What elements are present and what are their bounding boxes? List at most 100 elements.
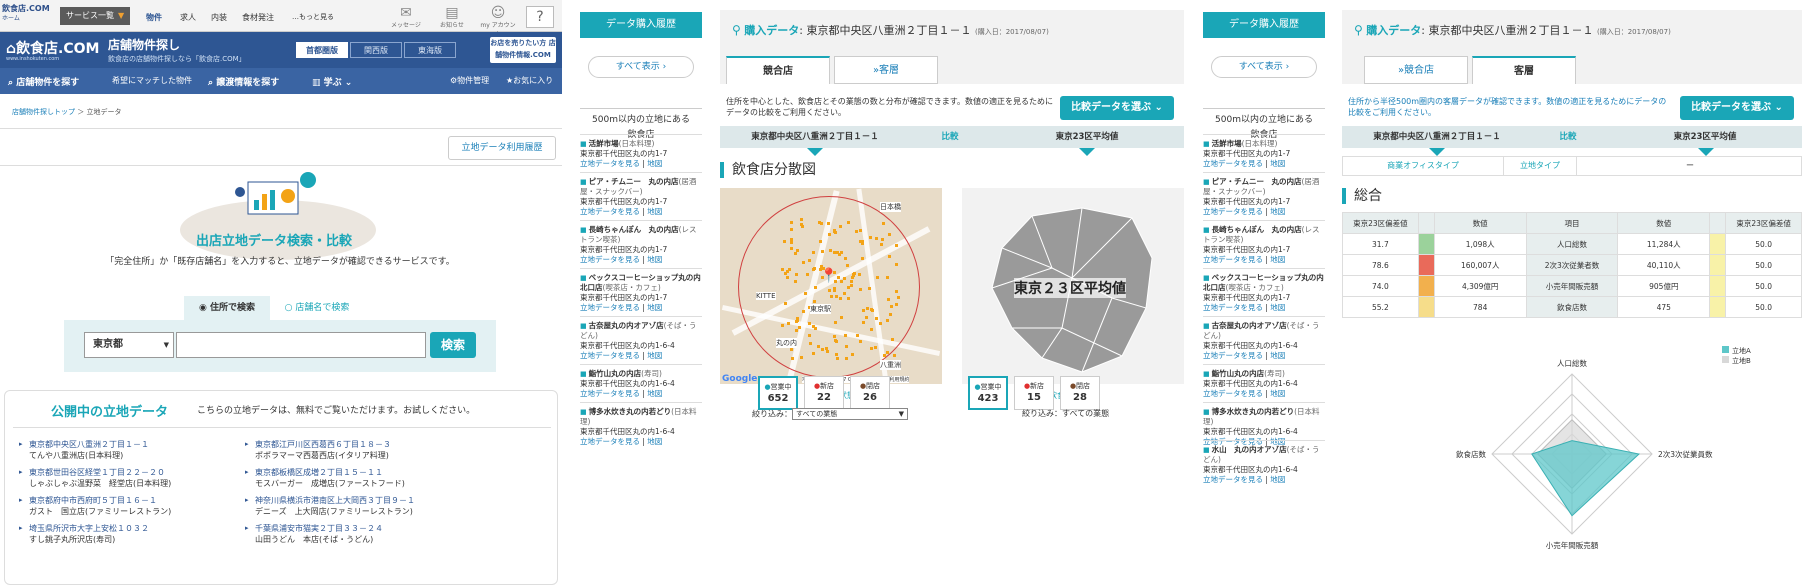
public-item[interactable]: 東京都世田谷区経堂１丁目２２－２０しゃぶしゃぶ温野菜 経堂店(日本料理)	[19, 467, 171, 489]
view-data-link[interactable]: 立地データを見る	[580, 207, 640, 216]
tab-competitor[interactable]: »競合店	[1364, 56, 1468, 84]
help-button[interactable]: ?	[526, 6, 554, 28]
nav-more[interactable]: …もっと見る	[292, 12, 334, 22]
map-link[interactable]: 地図	[647, 389, 662, 398]
view-data-link[interactable]: 立地データを見る	[580, 437, 640, 446]
public-item[interactable]: 東京都板橋区成増２丁目１５－１１モスバーガー 成増店(ファーストフード)	[245, 467, 405, 489]
view-data-link[interactable]: 立地データを見る	[580, 389, 640, 398]
view-data-link[interactable]: 立地データを見る	[1203, 207, 1263, 216]
map-link[interactable]: 地図	[1270, 207, 1285, 216]
view-data-link[interactable]: 立地データを見る	[1203, 159, 1263, 168]
list-item-name[interactable]: ピア・チムニー 丸の内店(居酒屋・スナックバー)	[1203, 177, 1325, 197]
restaurant-map[interactable]: 📍 KITTE 東京駅 丸の内 日本橋 八重洲 Google 地図データ ©20…	[720, 188, 942, 384]
status-box-0[interactable]: ●営業中 652	[758, 376, 798, 410]
status-box-1[interactable]: ●新店 22	[804, 376, 844, 410]
sell-store-link[interactable]: お店を売りたい方 店舗物件情報.COM	[490, 37, 556, 63]
notice-button[interactable]: ▤ お知らせ	[432, 6, 472, 29]
show-all-button[interactable]: すべて表示 ›	[588, 56, 694, 78]
list-item-name[interactable]: 鮨竹山丸の内店(寿司)	[1203, 369, 1325, 379]
map-link[interactable]: 地図	[1270, 255, 1285, 264]
view-data-link[interactable]: 立地データを見る	[580, 303, 640, 312]
list-item-name[interactable]: ベックスコーヒーショップ丸の内北口店(喫茶店・カフェ)	[1203, 273, 1325, 293]
view-data-link[interactable]: 立地データを見る	[1203, 255, 1263, 264]
list-item-name[interactable]: 長崎ちゃんぽん 丸の内店(レストラン喫茶)	[580, 225, 702, 245]
status-box-0[interactable]: ●営業中 423	[968, 376, 1008, 410]
history-button[interactable]: 立地データ利用履歴	[448, 136, 556, 160]
public-item[interactable]: 東京都府中市西府町５丁目１６－１ガスト 国立店(ファミリーレストラン)	[19, 495, 171, 517]
nav-learn[interactable]: ▥ 学ぶ ⌄	[312, 75, 352, 88]
search-button[interactable]: 検索	[430, 332, 476, 358]
view-data-link[interactable]: 立地データを見る	[1203, 389, 1263, 398]
map-link[interactable]: 地図	[647, 207, 662, 216]
list-item-name[interactable]: 長崎ちゃんぽん 丸の内店(レストラン喫茶)	[1203, 225, 1325, 245]
view-data-link[interactable]: 立地データを見る	[1203, 475, 1263, 484]
shop-name[interactable]: 水山 丸の内オアゾ店	[1203, 445, 1287, 454]
brand-logo[interactable]: ⌂飲食店.COM	[6, 38, 99, 58]
tab-competitor[interactable]: 競合店	[726, 56, 830, 84]
nav-transfer[interactable]: ⌕ 譲渡情報を探す	[208, 75, 279, 88]
shop-name[interactable]: ピア・チムニー 丸の内店	[580, 177, 678, 186]
search-input[interactable]	[176, 332, 426, 358]
public-item[interactable]: 千葉県浦安市猫実２丁目３３－２４山田うどん 本店(そば・うどん)	[245, 523, 383, 545]
tab-address-search[interactable]: ◉ 住所で検索	[184, 296, 270, 320]
public-item[interactable]: 埼玉県所沢市大字上安松１０３２すし銚子丸所沢店(寿司)	[19, 523, 149, 545]
nav-matched[interactable]: 希望にマッチした物件	[112, 75, 192, 86]
map-link[interactable]: 地図	[1270, 389, 1285, 398]
breadcrumb-top[interactable]: 店舗物件探しトップ	[12, 108, 75, 116]
list-item-name[interactable]: ベックスコーヒーショップ丸の内北口店(喫茶店・カフェ)	[580, 273, 702, 293]
shop-name[interactable]: 古奈屋丸の内オアゾ店	[580, 321, 664, 330]
home-logo[interactable]: 飲食店.COM ホーム	[2, 4, 50, 23]
nav-naiso[interactable]: 内装	[211, 12, 227, 23]
list-item-name[interactable]: 古奈屋丸の内オアゾ店(そば・うどん)	[580, 321, 702, 341]
nav-search-store[interactable]: ⌕ 店舗物件を探す	[8, 75, 79, 88]
map-link[interactable]: 地図	[647, 159, 662, 168]
genre-select[interactable]: すべての業態 ▼	[792, 408, 908, 420]
nav-kyujin[interactable]: 求人	[180, 12, 196, 23]
list-item-name[interactable]: 鮨竹山丸の内店(寿司)	[580, 369, 702, 379]
view-data-link[interactable]: 立地データを見る	[580, 351, 640, 360]
map-link[interactable]: 地図	[647, 437, 662, 446]
list-item-name[interactable]: 博多水炊き丸の内若どり(日本料理)	[1203, 407, 1325, 427]
list-item-name[interactable]: 活鮮市場(日本料理)	[580, 139, 702, 149]
view-data-link[interactable]: 立地データを見る	[580, 255, 640, 264]
map-link[interactable]: 地図	[1270, 475, 1285, 484]
map-link[interactable]: 地図	[1270, 303, 1285, 312]
view-data-link[interactable]: 立地データを見る	[580, 159, 640, 168]
service-menu-button[interactable]: サービス一覧 ▼	[60, 7, 130, 25]
list-item-name[interactable]: 活鮮市場(日本料理)	[1203, 139, 1325, 149]
shop-name[interactable]: 古奈屋丸の内オアゾ店	[1203, 321, 1287, 330]
public-item[interactable]: 東京都江戸川区西葛西６丁目１８－３ポポラマーマ西葛西店(イタリア料理)	[245, 439, 391, 461]
shop-name[interactable]: 鮨竹山丸の内店	[1203, 369, 1264, 378]
view-data-link[interactable]: 立地データを見る	[1203, 351, 1263, 360]
tab-store-search[interactable]: ○ 店舗名で検索	[274, 296, 360, 320]
shop-name[interactable]: 活鮮市場	[1203, 139, 1242, 148]
choose-compare-button[interactable]: 比較データを選ぶ ⌄	[1680, 96, 1794, 120]
shop-name[interactable]: 長崎ちゃんぽん 丸の内店	[1203, 225, 1302, 234]
nav-shokuzai[interactable]: 食材発注	[242, 12, 274, 23]
shop-name[interactable]: 博多水炊き丸の内若どり	[1203, 407, 1294, 416]
nav-manage[interactable]: ⚙物件管理	[450, 75, 489, 86]
view-data-link[interactable]: 立地データを見る	[1203, 303, 1263, 312]
nav-bukken[interactable]: 物件	[146, 12, 162, 23]
shop-name[interactable]: 長崎ちゃんぽん 丸の内店	[580, 225, 679, 234]
pref-select[interactable]: 東京都 ▼	[84, 332, 174, 358]
map-link[interactable]: 地図	[647, 303, 662, 312]
shop-name[interactable]: 活鮮市場	[580, 139, 619, 148]
show-all-button[interactable]: すべて表示 ›	[1211, 56, 1317, 78]
shop-name[interactable]: ピア・チムニー 丸の内店	[1203, 177, 1301, 186]
choose-compare-button[interactable]: 比較データを選ぶ ⌄	[1060, 96, 1174, 120]
tab-tokai[interactable]: 東海版	[404, 42, 456, 58]
list-item-name[interactable]: 博多水炊き丸の内若どり(日本料理)	[580, 407, 702, 427]
map-link[interactable]: 地図	[647, 351, 662, 360]
map-link[interactable]: 地図	[1270, 351, 1285, 360]
tab-kansai[interactable]: 関西版	[350, 42, 402, 58]
nav-favorite[interactable]: ★お気に入り	[506, 75, 553, 86]
message-button[interactable]: ✉ メッセージ	[386, 6, 426, 29]
public-item[interactable]: 東京都中央区八重洲２丁目１－１てんや八重洲店(日本料理)	[19, 439, 149, 461]
shop-name[interactable]: 博多水炊き丸の内若どり	[580, 407, 671, 416]
status-box-1[interactable]: ●新店 15	[1014, 376, 1054, 410]
tab-shutoken[interactable]: 首都圏版	[296, 42, 348, 58]
list-item-name[interactable]: ピア・チムニー 丸の内店(居酒屋・スナックバー)	[580, 177, 702, 197]
status-box-2[interactable]: ●閉店 28	[1060, 376, 1100, 410]
tab-customer[interactable]: »客層	[834, 56, 938, 84]
